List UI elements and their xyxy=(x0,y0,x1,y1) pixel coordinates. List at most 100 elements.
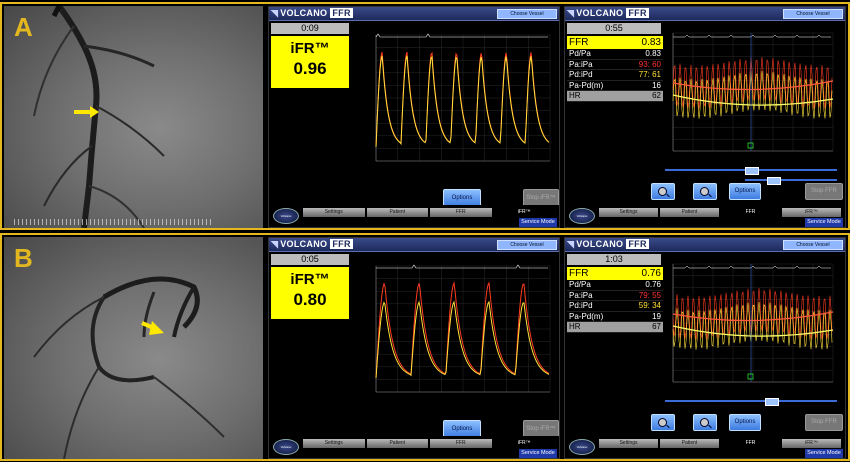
waveform-svg xyxy=(375,264,551,393)
slider-thumb[interactable] xyxy=(745,167,759,175)
options-button[interactable]: Options xyxy=(729,414,761,431)
slider-thumb[interactable] xyxy=(765,398,779,406)
zoom-out-icon[interactable] xyxy=(651,183,675,200)
pressure-waveform-plot xyxy=(364,25,554,175)
volcano-logo: ◥ VOLCANO FFR xyxy=(271,8,353,18)
tab-patient[interactable]: Patient xyxy=(660,439,719,448)
timer: 0:09 xyxy=(271,23,349,34)
angiogram-image: A xyxy=(4,6,263,228)
tab-ffr[interactable]: FFR xyxy=(721,439,780,448)
choose-vessel-button[interactable]: Choose Vessel xyxy=(783,9,843,19)
ffr-main-row: FFR 0.83 xyxy=(567,36,663,49)
ffr-readout-table: FFR 0.76 Pd/Pa 0.76 Pa:iPa 79: 55 Pd:iPd 59:… xyxy=(567,267,663,333)
zoom-out-icon[interactable] xyxy=(651,414,675,431)
angiogram-image: B xyxy=(4,237,263,459)
timeline-slider[interactable] xyxy=(665,398,837,406)
tab-settings[interactable]: Settings xyxy=(599,439,658,448)
tab-settings[interactable]: Settings xyxy=(303,439,365,448)
home-button-icon[interactable]: Volcano xyxy=(273,208,299,224)
tab-ffr[interactable]: FFR xyxy=(430,208,492,217)
tab-ifr[interactable]: iFR™ xyxy=(782,208,841,217)
choose-vessel-button[interactable]: Choose Vessel xyxy=(497,240,557,250)
ifr-label: iFR™ xyxy=(290,40,330,57)
ffr-main-row: FFR 0.76 xyxy=(567,267,663,280)
zoom-in-icon[interactable] xyxy=(693,183,717,200)
bottom-bar: Volcano Settings Patient FFR iFR™ Servic… xyxy=(565,205,845,227)
scale-ruler xyxy=(14,219,214,225)
cursor-marker xyxy=(747,142,754,149)
ecg-trace xyxy=(376,264,548,269)
service-mode-label[interactable]: Service Mode xyxy=(519,449,557,458)
panel-a: A ◥ VOLCANO FFR Choose Vessel 0:09 iFR™ 0.… xyxy=(0,2,850,230)
pa-ipa-row: Pa:iPa 79: 55 xyxy=(567,290,663,301)
service-mode-label[interactable]: Service Mode xyxy=(519,218,557,227)
waveform-svg xyxy=(375,33,551,162)
ffr-screen: ◥ VOLCANO FFR Choose Vessel 0:55 FFR 0.83 P… xyxy=(564,6,846,228)
heart-rate-row: HR 67 xyxy=(567,322,663,333)
stop-ffr-button[interactable]: Stop FFR xyxy=(805,183,843,200)
tab-bar: Settings Patient FFR iFR™ xyxy=(599,439,843,448)
header-bar: ◥ VOLCANO FFR Choose Vessel xyxy=(565,238,845,252)
pd-ipd-row: Pd:iPd 59: 34 xyxy=(567,301,663,312)
timer: 0:05 xyxy=(271,254,349,265)
service-mode-label[interactable]: Service Mode xyxy=(805,449,843,458)
ffr-readout-table: FFR 0.83 Pd/Pa 0.83 Pa:iPa 93: 60 Pd:iPd 77:… xyxy=(567,36,663,102)
header-bar: ◥ VOLCANO FFR Choose Vessel xyxy=(565,7,845,21)
options-button[interactable]: Options xyxy=(729,183,761,200)
pressure-trend-plot xyxy=(665,256,837,396)
timer: 1:03 xyxy=(567,254,661,265)
home-button-icon[interactable]: Volcano xyxy=(569,439,595,455)
cursor-marker xyxy=(747,373,754,380)
volcano-logo: ◥ VOLCANO FFR xyxy=(271,239,353,249)
tab-settings[interactable]: Settings xyxy=(599,208,658,217)
stop-ffr-button[interactable]: Stop FFR xyxy=(805,414,843,431)
tab-patient[interactable]: Patient xyxy=(660,208,719,217)
ifr-value: 0.80 xyxy=(293,290,327,309)
choose-vessel-button[interactable]: Choose Vessel xyxy=(497,9,557,19)
tab-bar: Settings Patient FFR iFR™ xyxy=(303,439,557,448)
tab-patient[interactable]: Patient xyxy=(366,208,428,217)
home-button-icon[interactable]: Volcano xyxy=(273,439,299,455)
pa-pd-mean-row: Pa-Pd(m) 16 xyxy=(567,80,663,91)
home-button-icon[interactable]: Volcano xyxy=(569,208,595,224)
ifr-readout: iFR™ 0.96 xyxy=(271,36,349,88)
tab-ifr[interactable]: iFR™ xyxy=(493,208,555,217)
tab-settings[interactable]: Settings xyxy=(303,208,365,217)
choose-vessel-button[interactable]: Choose Vessel xyxy=(783,240,843,250)
ifr-value: 0.96 xyxy=(293,59,327,78)
zoom-in-icon[interactable] xyxy=(693,414,717,431)
tab-bar: Settings Patient FFR iFR™ xyxy=(599,208,843,217)
tab-patient[interactable]: Patient xyxy=(366,439,428,448)
tab-ffr[interactable]: FFR xyxy=(721,208,780,217)
ffr-screen: ◥ VOLCANO FFR Choose Vessel 1:03 FFR 0.76 P… xyxy=(564,237,846,459)
tab-bar: Settings Patient FFR iFR™ xyxy=(303,208,557,217)
pd-ipd-row: Pd:iPd 77: 61 xyxy=(567,70,663,81)
pa-pd-mean-row: Pa-Pd(m) 19 xyxy=(567,311,663,322)
pressure-waveform-plot xyxy=(364,256,554,406)
ecg-trace xyxy=(673,265,831,269)
header-bar: ◥ VOLCANO FFR Choose Vessel xyxy=(269,7,559,21)
bottom-bar: Volcano Settings Patient FFR iFR™ Servic… xyxy=(269,436,559,458)
pa-ipa-row: Pa:iPa 93: 60 xyxy=(567,59,663,70)
pd-pa-row: Pd/Pa 0.83 xyxy=(567,49,663,60)
ifr-readout: iFR™ 0.80 xyxy=(271,267,349,319)
tab-ffr[interactable]: FFR xyxy=(430,439,492,448)
tab-ifr[interactable]: iFR™ xyxy=(782,439,841,448)
pressure-trend-plot xyxy=(665,25,837,165)
ecg-trace xyxy=(673,34,831,38)
service-mode-label[interactable]: Service Mode xyxy=(805,218,843,227)
tab-ifr[interactable]: iFR™ xyxy=(493,439,555,448)
pd-pa-row: Pd/Pa 0.76 xyxy=(567,280,663,291)
timeline-slider-2[interactable] xyxy=(745,177,837,185)
slider-thumb[interactable] xyxy=(767,177,781,185)
heart-rate-row: HR 62 xyxy=(567,91,663,102)
timer: 0:55 xyxy=(567,23,661,34)
bottom-bar: Volcano Settings Patient FFR iFR™ Servic… xyxy=(565,436,845,458)
timeline-slider[interactable] xyxy=(665,167,837,175)
coronary-vessels xyxy=(33,276,225,459)
pa-trace xyxy=(375,281,550,379)
header-bar: ◥ VOLCANO FFR Choose Vessel xyxy=(269,238,559,252)
trend-svg xyxy=(672,32,834,152)
ifr-screen: ◥ VOLCANO FFR Choose Vessel 0:09 iFR™ 0.96… xyxy=(268,6,560,228)
coronary-vessels xyxy=(33,6,165,228)
